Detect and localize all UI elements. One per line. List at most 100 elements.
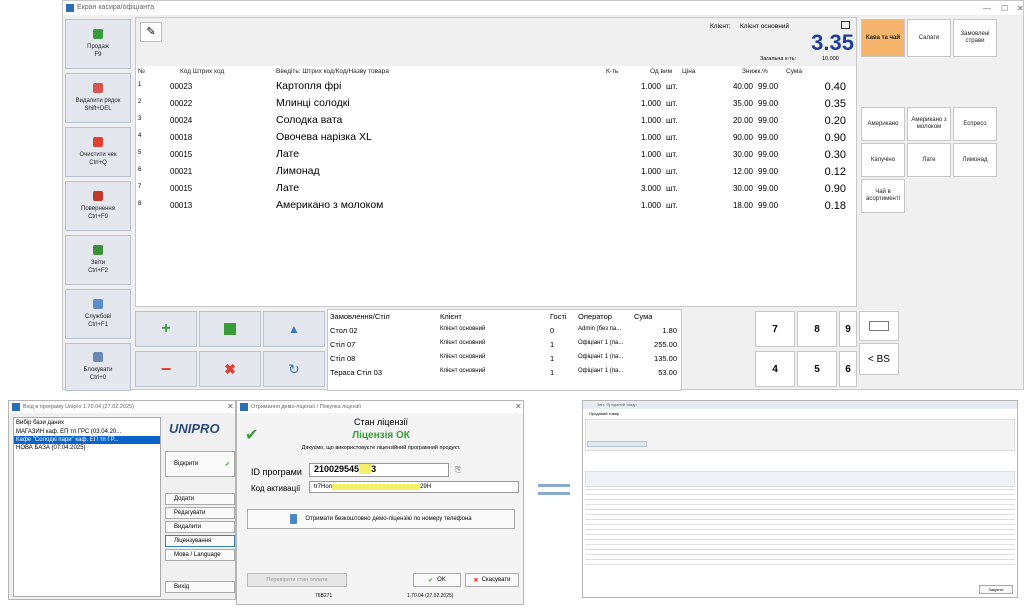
maximize-icon[interactable]: ☐ [1001, 2, 1008, 16]
add-button[interactable]: + [135, 311, 197, 347]
order-client[interactable]: Клієнт основний [440, 340, 485, 346]
product-lemonade[interactable]: Лимонад [953, 143, 997, 177]
open-button[interactable]: Відкрити ✔ [165, 451, 235, 477]
row-number: 3 [138, 116, 142, 122]
order-client[interactable]: Клієнт основний [440, 368, 485, 374]
copy-icon[interactable]: ⎘ [455, 465, 461, 475]
receipt-row[interactable]: 6 00021 Лимонад 1.000 шт. 12.00 99.00 0.12 [136, 164, 856, 180]
order-guests[interactable]: 1 [550, 354, 554, 363]
receipt-row[interactable]: 3 00024 Солодка вата 1.000 шт. 20.00 99.00 0.20 [136, 113, 856, 129]
order-operator[interactable]: Admin (без па... [578, 326, 621, 332]
key-7[interactable]: 7 [755, 311, 795, 347]
program-id-field[interactable]: 210029545XX3 [309, 463, 449, 477]
category-coffee-tea[interactable]: Кава та чай [861, 19, 905, 57]
split-button[interactable]: ▲ [263, 311, 325, 347]
product-lemonade-label: Лимонад [962, 156, 988, 163]
product-latte[interactable]: Лате [907, 143, 951, 177]
report-titlebar: Звіт: Проданий товар [583, 401, 1017, 409]
receipt-row[interactable]: 4 00018 Овочева нарізка XL 1.000 шт. 90.00 99.… [136, 130, 856, 146]
order-guests[interactable]: 1 [550, 340, 554, 349]
order-table[interactable]: Тераса Стіл 03 [330, 368, 382, 377]
client-value[interactable]: Клієнт основний [740, 23, 789, 30]
db-list: Вибір бази даних МАГАЗИН каф. ЕП тп ГРС … [13, 417, 161, 597]
total-qty-label: Загальна к-ть: [760, 56, 797, 62]
receipt-row[interactable]: 8 00013 Американо з молоком 1.000 шт. 18.00 99… [136, 198, 856, 214]
order-operator[interactable]: Офіціант 1 (па... [578, 340, 623, 346]
order-sum[interactable]: 53.00 [658, 368, 677, 377]
order-operator[interactable]: Офіціант 1 (па... [578, 354, 623, 360]
key-5[interactable]: 5 [797, 351, 837, 387]
cancel-order-button[interactable]: ✖ [199, 351, 261, 387]
delete-db-button[interactable]: Видалити [165, 521, 235, 533]
order-table[interactable]: Стіл 08 [330, 354, 355, 363]
demo-license-button[interactable]: Отримати безкоштовно демо-ліцензію по но… [247, 509, 515, 529]
report-grid-row [585, 519, 1015, 520]
backspace-button[interactable]: < BS [859, 343, 899, 375]
order-sum[interactable]: 255.00 [654, 340, 677, 349]
order-client[interactable]: Клієнт основний [440, 354, 485, 360]
keyboard-button[interactable] [859, 311, 899, 341]
add-db-label: Додати [174, 496, 195, 502]
order-guests[interactable]: 0 [550, 326, 554, 335]
magic-wand-icon[interactable]: ✎ [140, 22, 162, 42]
login-close-icon[interactable]: ✕ [227, 401, 234, 413]
db-item[interactable]: НОВА БАЗА (07.04.2025) [14, 444, 160, 452]
receipt-row[interactable]: 1 00023 Картопля фрі 1.000 шт. 40.00 99.00 0.40 [136, 79, 856, 95]
save-button[interactable] [199, 311, 261, 347]
edit-db-button[interactable]: Редагувати [165, 507, 235, 519]
open-label: Відкрити [174, 461, 199, 467]
product-espresso[interactable]: Еспресо [953, 107, 997, 141]
db-item[interactable]: МАГАЗИН каф. ЕП тп ГРС (03.04.20... [14, 428, 160, 436]
key-8[interactable]: 8 [797, 311, 837, 347]
ok-button[interactable]: ✔ OK [413, 573, 461, 587]
reports-button[interactable]: Звіти Ctrl+F2 [65, 235, 131, 285]
refresh-button[interactable]: ↻ [263, 351, 325, 387]
order-guests[interactable]: 1 [550, 368, 554, 377]
cancel-button[interactable]: ✖ Скасувати [465, 573, 519, 587]
clear-check-button[interactable]: Очистити чек Ctrl+Q [65, 127, 131, 177]
cash-register-icon [93, 29, 103, 39]
order-table[interactable]: Стіл 07 [330, 340, 355, 349]
product-americano-milk[interactable]: Американо з молоком [907, 107, 951, 141]
return-button[interactable]: Повернення Ctrl+F9 [65, 181, 131, 231]
delete-row-button[interactable]: Видалити рядок Shift+DEL [65, 73, 131, 123]
split-icon: ▲ [288, 322, 300, 336]
category-ordered[interactable]: Замовлені страви [953, 19, 997, 57]
activation-field[interactable]: tr7HonXXXXXXXXXXXXXXXXXXXXXX29H [309, 481, 519, 493]
close-icon[interactable]: ✕ [1017, 2, 1024, 16]
category-salads[interactable]: Салати [907, 19, 951, 57]
sale-button[interactable]: Продаж F9 [65, 19, 131, 69]
report-grid-row [585, 539, 1015, 540]
receipt-row[interactable]: 5 00015 Лате 1.000 шт. 30.00 99.00 0.30 [136, 147, 856, 163]
product-americano[interactable]: Американо [861, 107, 905, 141]
service-button[interactable]: Службові Ctrl+F1 [65, 289, 131, 339]
order-sum[interactable]: 1.80 [662, 326, 677, 335]
exit-button[interactable]: Вихід [165, 581, 235, 593]
order-operator[interactable]: Офіціант 1 (па... [578, 368, 623, 374]
product-tea[interactable]: Чай в асортименті [861, 179, 905, 213]
db-item-selected[interactable]: Кафе "Солодкі пари" каф. ЕП тп ГР... [14, 436, 160, 444]
licensing-button[interactable]: Ліцензування [165, 535, 235, 547]
key-4[interactable]: 4 [755, 351, 795, 387]
order-table[interactable]: Стол 02 [330, 326, 358, 335]
key-6[interactable]: 6 [839, 351, 857, 387]
receipt-row[interactable]: 2 00022 Млинці солодкі 1.000 шт. 35.00 99.00 0.… [136, 96, 856, 112]
lock-button[interactable]: Блокувати Ctrl+0 [65, 343, 131, 391]
minimize-icon[interactable]: — [983, 2, 991, 16]
report-build-button[interactable] [587, 441, 647, 447]
order-client[interactable]: Клієнт основний [440, 326, 485, 332]
service-label: Службові Ctrl+F1 [84, 314, 112, 328]
remove-button[interactable]: − [135, 351, 197, 387]
report-tab[interactable]: Проданий товар [589, 411, 619, 416]
product-cappuccino[interactable]: Капучіно [861, 143, 905, 177]
order-sum[interactable]: 135.00 [654, 354, 677, 363]
report-grid-row [585, 544, 1015, 545]
license-close-icon[interactable]: ✕ [515, 401, 522, 413]
key-9[interactable]: 9 [839, 311, 857, 347]
client-picker-icon[interactable] [841, 21, 850, 29]
check-payment-button[interactable]: Перевірити стан оплати [247, 573, 347, 587]
report-close-button[interactable]: Закрити [979, 585, 1013, 594]
receipt-row[interactable]: 7 00015 Лате 3.000 шт. 30.00 99.00 0.90 [136, 181, 856, 197]
add-db-button[interactable]: Додати [165, 493, 235, 505]
language-button[interactable]: Мова / Language [165, 549, 235, 561]
